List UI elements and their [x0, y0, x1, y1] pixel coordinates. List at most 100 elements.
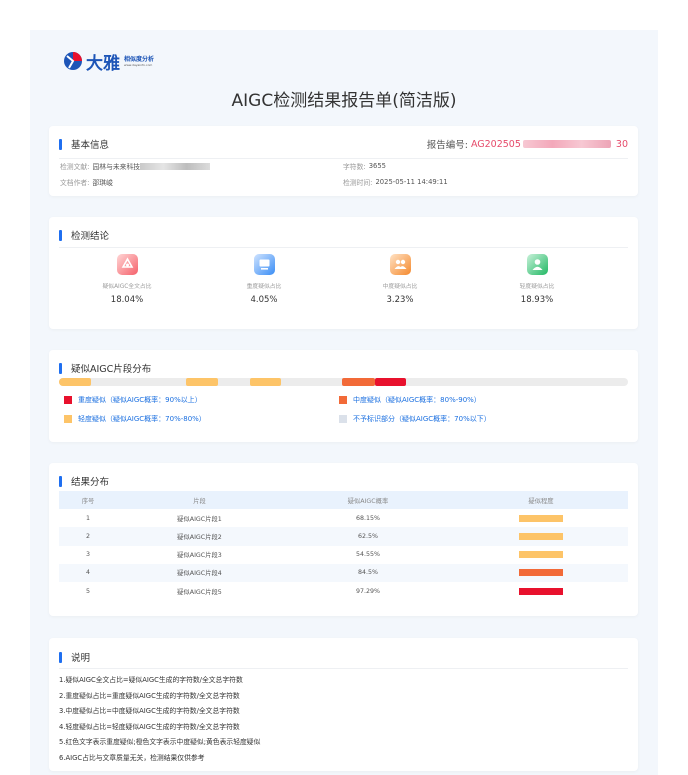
note-item: 1.疑似AIGC全文占比=疑似AIGC生成的字符数/全文总字符数 — [59, 676, 243, 684]
table-header: 序号 片段 疑似AIGC概率 疑似程度 — [59, 491, 628, 510]
report-number-suffix: 30 — [615, 138, 628, 150]
cell-probability: 54.55% — [355, 551, 380, 559]
stat-heavy: 重度疑似占比 4.05% — [204, 254, 324, 305]
logo: 大雅 相似度分析 www.dayainfo.com — [63, 50, 155, 74]
stat-label: 重度疑似占比 — [246, 284, 282, 290]
divider — [59, 247, 628, 248]
cell-segment: 疑似AIGC片段3 — [177, 552, 222, 560]
cell-segment: 疑似AIGC片段1 — [177, 515, 222, 523]
stat-value: 18.93% — [520, 295, 554, 305]
page-title: AIGC检测结果报告单(简洁版) — [231, 91, 457, 111]
note-item: 6.AIGC占比与文章质量无关，检测结果仅供参考 — [59, 753, 205, 762]
chars-value: 3655 — [368, 162, 386, 170]
section-marker — [59, 229, 62, 241]
cell-no: 5 — [85, 587, 90, 595]
time-label: 检测时间: — [343, 179, 373, 187]
user-group-icon — [389, 254, 411, 275]
level-bar — [519, 514, 563, 522]
stat-light: 轻度疑似占比 18.93% — [477, 254, 597, 305]
basic-info-card: 基本信息 报告编号: AG202505 30 检测文献: 园林与未来科技 文档作… — [49, 126, 638, 196]
legend-swatch — [339, 396, 347, 404]
section-marker — [59, 138, 62, 150]
legend-text: 不予标识部分（疑似AIGC概率：70%以下） — [353, 415, 491, 423]
distribution-segment-light — [59, 378, 91, 386]
logo-url: www.dayainfo.com — [124, 62, 153, 67]
cell-segment: 疑似AIGC片段4 — [177, 570, 222, 578]
level-bar — [519, 551, 563, 559]
header-no: 序号 — [81, 497, 95, 505]
cell-no: 2 — [85, 532, 90, 540]
legend-swatch — [64, 415, 72, 423]
legend-none: 不予标识部分（疑似AIGC概率：70%以下） — [339, 414, 491, 424]
divider — [59, 158, 628, 159]
legend-swatch — [339, 415, 347, 423]
section-marker — [59, 651, 62, 663]
results-table: 序号 片段 疑似AIGC概率 疑似程度 1 疑似AIGC片段1 68.15% 2… — [59, 491, 628, 600]
stat-value: 18.04% — [110, 295, 144, 305]
redacted-block — [140, 162, 211, 170]
level-bar — [519, 587, 563, 595]
cell-no: 3 — [85, 551, 90, 559]
doc-value: 园林与未来科技 — [92, 163, 141, 171]
stat-label: 轻度疑似占比 — [519, 284, 555, 290]
report-number-label: 报告编号: — [426, 140, 468, 151]
level-bar — [519, 532, 563, 540]
legend-light: 轻度疑似（疑似AIGC概率：70%-80%） — [64, 414, 206, 424]
monitor-icon — [253, 254, 275, 275]
author-info: 文档作者: 邵琪峻 — [60, 177, 113, 187]
table-row: 2 疑似AIGC片段2 62.5% — [59, 527, 628, 546]
user-icon — [526, 254, 548, 275]
table-row: 3 疑似AIGC片段3 54.55% — [59, 546, 628, 564]
time-info: 检测时间: 2025-05-11 14:49:11 — [343, 177, 448, 187]
table-row: 5 疑似AIGC片段5 97.29% — [59, 582, 628, 600]
document-ai-icon — [116, 254, 138, 275]
note-item: 3.中度疑似占比=中度疑似AIGC生成的字符数/全文总字符数 — [59, 707, 240, 716]
doc-label: 检测文献: — [60, 163, 90, 171]
stat-label: 疑似AIGC全文占比 — [102, 284, 152, 290]
section-marker — [59, 362, 62, 374]
legend-swatch — [64, 396, 72, 404]
author-value: 邵琪峻 — [92, 179, 113, 187]
redacted-block — [522, 140, 611, 148]
stat-value: 3.23% — [386, 295, 414, 305]
chars-label: 字符数: — [343, 163, 366, 171]
note-item: 2.重度疑似占比=重度疑似AIGC生成的字符数/全文总字符数 — [59, 691, 240, 700]
notes-card: 说明 1.疑似AIGC全文占比=疑似AIGC生成的字符数/全文总字符数 2.重度… — [49, 638, 638, 771]
distribution-segment-heavy — [374, 378, 407, 386]
cell-segment: 疑似AIGC片段2 — [177, 533, 222, 541]
stat-overall: 疑似AIGC全文占比 18.04% — [67, 254, 187, 305]
section-title: 基本信息 — [71, 140, 110, 151]
note-item: 4.轻度疑似占比=轻度疑似AIGC生成的字符数/全文总字符数 — [59, 722, 240, 731]
logo-name: 大雅 — [86, 53, 120, 74]
stat-label: 中度疑似占比 — [382, 284, 418, 290]
section-title: 检测结论 — [71, 231, 110, 242]
header-segment: 片段 — [193, 497, 206, 505]
author-label: 文档作者: — [60, 179, 90, 187]
report-number: 报告编号: AG202505 30 — [426, 137, 628, 152]
distribution-segment-light — [249, 378, 281, 386]
distribution-card: 疑似AIGC片段分布 重度疑似（疑似AIGC概率：90%以上） 中度疑似（疑似A… — [49, 350, 638, 442]
section-title: 疑似AIGC片段分布 — [71, 364, 152, 375]
header-probability: 疑似AIGC概率 — [347, 497, 389, 505]
cell-probability: 68.15% — [355, 514, 380, 522]
section-title: 结果分布 — [71, 477, 110, 488]
report-number-prefix: AG202505 — [470, 138, 521, 150]
note-item: 5.红色文字表示重度疑似;橙色文字表示中度疑似;黄色表示轻度疑似 — [59, 738, 261, 747]
table-row: 4 疑似AIGC片段4 84.5% — [59, 563, 628, 582]
legend-text: 中度疑似（疑似AIGC概率：80%-90%） — [353, 396, 481, 404]
legend-medium: 中度疑似（疑似AIGC概率：80%-90%） — [339, 395, 481, 405]
divider — [59, 668, 628, 669]
distribution-bar — [59, 378, 628, 386]
level-bar — [519, 569, 563, 577]
distribution-segment-medium — [342, 378, 375, 386]
cell-segment: 疑似AIGC片段5 — [177, 588, 222, 596]
cell-probability: 97.29% — [355, 587, 380, 595]
report-page: 大雅 相似度分析 www.dayainfo.com AIGC检测结果报告单(简洁… — [30, 30, 658, 775]
logo-subtitle: 相似度分析 — [124, 55, 155, 63]
notes-list: 1.疑似AIGC全文占比=疑似AIGC生成的字符数/全文总字符数 2.重度疑似占… — [59, 673, 260, 767]
distribution-segment-light — [185, 378, 218, 386]
table-row: 1 疑似AIGC片段1 68.15% — [59, 509, 628, 527]
stat-medium: 中度疑似占比 3.23% — [340, 254, 460, 305]
legend-text: 轻度疑似（疑似AIGC概率：70%-80%） — [78, 415, 206, 423]
stat-value: 4.05% — [250, 295, 278, 305]
